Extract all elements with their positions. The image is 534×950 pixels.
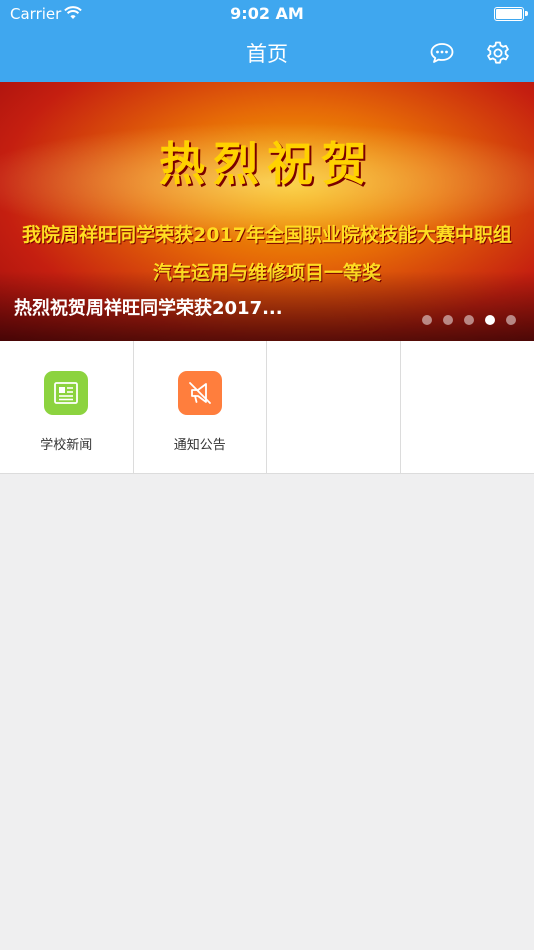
gear-icon <box>487 41 509 64</box>
menu-item-empty <box>267 341 401 473</box>
status-time: 9:02 AM <box>230 4 304 23</box>
newspaper-icon-tile <box>44 371 88 415</box>
carousel-dot[interactable] <box>464 315 474 325</box>
carousel-dot-active[interactable] <box>485 315 495 325</box>
top-header: Carrier 9:02 AM 首页 <box>0 0 534 82</box>
banner-caption[interactable]: 热烈祝贺周祥旺同学荣获2017... <box>14 294 283 320</box>
battery-icon <box>494 7 528 21</box>
menu-item-school-news[interactable]: 学校新闻 <box>0 341 134 473</box>
battery-fill <box>496 9 522 19</box>
banner-subline-1: 我院周祥旺同学荣获2017年全国职业院校技能大赛中职组 <box>22 224 512 246</box>
menu-item-notices[interactable]: 通知公告 <box>134 341 267 473</box>
newspaper-icon <box>54 382 78 404</box>
carousel-dot[interactable] <box>443 315 453 325</box>
status-bar: Carrier 9:02 AM <box>0 0 534 28</box>
megaphone-icon <box>188 382 211 404</box>
carousel-dot[interactable] <box>422 315 432 325</box>
banner-headline: 热烈祝贺 <box>159 137 375 191</box>
chat-button[interactable] <box>428 39 456 67</box>
banner-carousel[interactable]: 热烈祝贺 我院周祥旺同学荣获2017年全国职业院校技能大赛中职组 汽车运用与维修… <box>0 82 534 341</box>
settings-button[interactable] <box>484 39 512 67</box>
menu-item-label: 学校新闻 <box>40 438 93 453</box>
megaphone-icon-tile <box>177 371 222 415</box>
menu-item-label: 通知公告 <box>173 438 226 453</box>
menu-item-empty <box>401 341 534 473</box>
feature-grid: 学校新闻 通知公告 <box>0 341 534 474</box>
chat-bubble-icon <box>430 43 454 63</box>
carousel-dot[interactable] <box>506 315 516 325</box>
carousel-page-indicator <box>422 315 516 325</box>
